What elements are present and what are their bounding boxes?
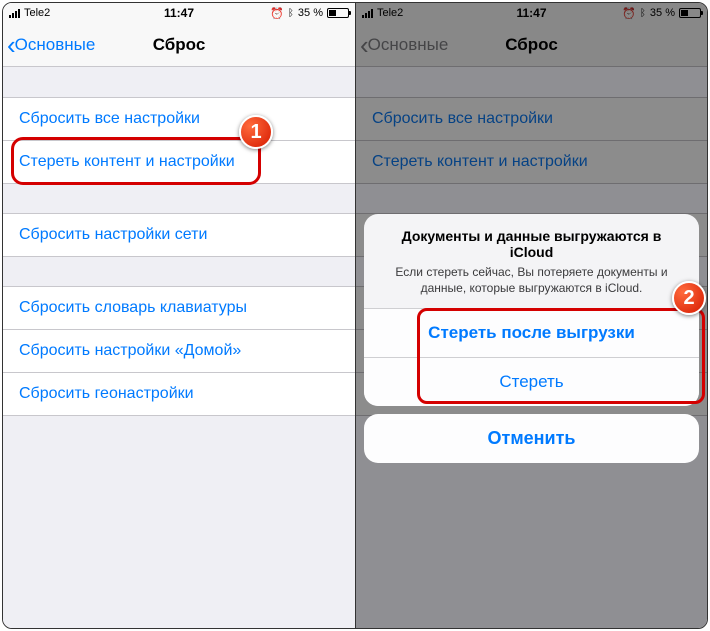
reset-location-settings[interactable]: Сбросить геонастройки xyxy=(3,372,355,416)
reset-network-settings[interactable]: Сбросить настройки сети xyxy=(3,213,355,257)
clock: 11:47 xyxy=(356,6,707,20)
phone-right: Tele2 11:47 ⏰ ᛒ 35 % ‹ Основные Сброс Сб… xyxy=(355,3,707,628)
clock: 11:47 xyxy=(3,6,355,20)
action-sheet: Документы и данные выгружаются в iCloud … xyxy=(364,214,699,463)
nav-bar: ‹ Основные Сброс xyxy=(356,23,707,67)
step-badge-2: 2 xyxy=(672,281,706,315)
erase-content-settings: Стереть контент и настройки xyxy=(356,140,707,184)
back-label: Основные xyxy=(15,35,96,55)
status-bar: Tele2 11:47 ⏰ ᛒ 35 % xyxy=(3,3,355,23)
phone-left: Tele2 11:47 ⏰ ᛒ 35 % ‹ Основные Сброс Сб… xyxy=(3,3,355,628)
reset-all-settings: Сбросить все настройки xyxy=(356,97,707,141)
step-badge-1: 1 xyxy=(239,115,273,149)
back-label: Основные xyxy=(368,35,449,55)
erase-after-upload-button[interactable]: Стереть после выгрузки xyxy=(364,308,699,357)
reset-all-settings[interactable]: Сбросить все настройки xyxy=(3,97,355,141)
reset-home-layout[interactable]: Сбросить настройки «Домой» xyxy=(3,329,355,373)
sheet-message: Если стереть сейчас, Вы потеряете докуме… xyxy=(384,264,679,296)
battery-icon xyxy=(327,8,349,18)
erase-content-settings[interactable]: Стереть контент и настройки xyxy=(3,140,355,184)
back-button: ‹ Основные xyxy=(356,32,448,58)
back-button[interactable]: ‹ Основные xyxy=(3,32,95,58)
status-bar: Tele2 11:47 ⏰ ᛒ 35 % xyxy=(356,3,707,23)
erase-now-button[interactable]: Стереть xyxy=(364,357,699,406)
settings-list: Сбросить все настройки Стереть контент и… xyxy=(3,67,355,416)
cancel-button[interactable]: Отменить xyxy=(364,414,699,463)
sheet-title: Документы и данные выгружаются в iCloud xyxy=(384,228,679,260)
battery-icon xyxy=(679,8,701,18)
nav-bar: ‹ Основные Сброс xyxy=(3,23,355,67)
reset-keyboard-dict[interactable]: Сбросить словарь клавиатуры xyxy=(3,286,355,330)
